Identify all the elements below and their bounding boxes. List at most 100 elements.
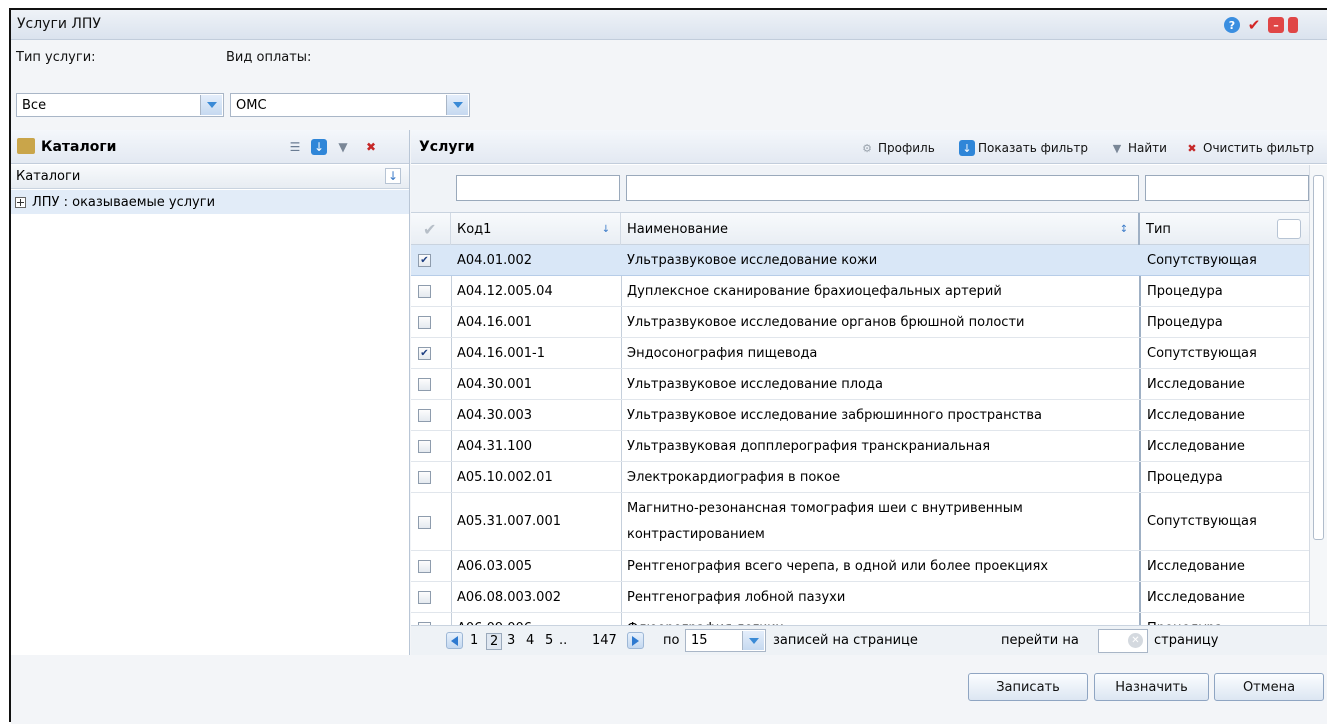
grid-scrollbar[interactable]	[1309, 165, 1327, 625]
cell-code: A06.08.003.002	[457, 589, 561, 605]
goto-prefix: перейти на	[1001, 633, 1079, 648]
row-checkbox[interactable]	[418, 409, 431, 422]
column-name[interactable]: Наименование ↕	[621, 213, 1140, 245]
page-1[interactable]: 1	[470, 633, 478, 648]
page-5[interactable]: 5	[545, 633, 553, 648]
clear-icon[interactable]: ✕	[1128, 633, 1143, 648]
table-row[interactable]: A05.10.002.01 Электрокардиография в покое…	[411, 462, 1309, 493]
close-icon[interactable]	[1288, 17, 1298, 33]
row-checkbox[interactable]	[418, 440, 431, 453]
scroll-thumb[interactable]	[1313, 175, 1324, 540]
type-filter-input[interactable]	[1145, 175, 1309, 201]
cell-name: Рентгенография всего черепа, в одной или…	[627, 558, 1049, 574]
row-checkbox[interactable]	[418, 316, 431, 329]
find-label: Найти	[1128, 141, 1167, 155]
sort-icon[interactable]: ↓	[598, 221, 614, 237]
page-2-current[interactable]: 2	[486, 633, 503, 650]
cell-type: Исследование	[1147, 407, 1245, 423]
goto-page-input[interactable]: ✕	[1098, 629, 1148, 653]
row-checkbox[interactable]	[418, 560, 431, 573]
chevron-down-icon[interactable]	[742, 631, 764, 650]
row-checkbox[interactable]: ✔	[418, 254, 431, 267]
check-icon[interactable]: ✔	[423, 220, 436, 239]
clear-filter-icon[interactable]: ✖	[363, 139, 379, 155]
row-checkbox[interactable]	[418, 471, 431, 484]
per-page-value: 15	[691, 633, 708, 648]
download-icon[interactable]: ↓	[311, 139, 327, 155]
row-checkbox[interactable]	[418, 516, 431, 529]
find-button[interactable]: ▼ Найти	[1109, 140, 1167, 156]
column-code[interactable]: Код1 ↓	[451, 213, 621, 245]
page-4[interactable]: 4	[526, 633, 534, 648]
table-row[interactable]: A04.31.100 Ультразвуковая допплерография …	[411, 431, 1309, 462]
page-3[interactable]: 3	[507, 633, 515, 648]
cell-name: Ультразвуковое исследование плода	[627, 376, 883, 392]
chevron-down-icon[interactable]	[200, 95, 222, 115]
code-filter-input[interactable]	[456, 175, 620, 201]
check-icon[interactable]: ✔	[1246, 16, 1262, 34]
table-row[interactable]: A04.30.003 Ультразвуковое исследование за…	[411, 400, 1309, 431]
cell-name: Ультразвуковая допплерография транскрани…	[627, 438, 991, 454]
filter-icon[interactable]: ▼	[335, 139, 351, 155]
name-filter-input[interactable]	[626, 175, 1139, 201]
cell-code: A06.03.005	[457, 558, 533, 574]
column-menu-button[interactable]	[1277, 219, 1301, 239]
cell-type: Сопутствующая	[1147, 514, 1257, 529]
payment-type-select[interactable]: ОМС	[230, 93, 470, 117]
sort-icon[interactable]: ↕	[1116, 221, 1132, 237]
help-icon[interactable]: ?	[1224, 17, 1240, 33]
select-all-header[interactable]: ✔	[411, 213, 451, 245]
table-row[interactable]: A06.08.003.002 Рентгенография лобной пазу…	[411, 582, 1309, 613]
row-checkbox[interactable]: ✔	[418, 347, 431, 360]
cell-name: Ультразвуковое исследование забрюшинного…	[627, 407, 1042, 423]
catalogs-column-label: Каталоги	[16, 169, 81, 184]
next-page-button[interactable]	[627, 632, 644, 649]
cancel-button[interactable]: Отмена	[1214, 673, 1324, 701]
goto-suffix: страницу	[1154, 633, 1219, 648]
prev-page-button[interactable]	[446, 632, 463, 649]
table-row[interactable]: ✔ A04.16.001-1 Эндосонография пищевода Сопу…	[411, 338, 1309, 369]
cell-type: Исследование	[1147, 589, 1245, 605]
list-menu-icon[interactable]: ☰	[287, 139, 303, 155]
cell-code: A04.31.100	[457, 438, 533, 454]
service-type-select[interactable]: Все	[16, 93, 224, 117]
table-row[interactable]: ✔ A04.01.002 Ультразвуковое исследование к…	[411, 245, 1309, 276]
page-ellipsis: ..	[559, 633, 568, 648]
catalogs-column-header[interactable]: Каталоги ↓	[11, 165, 409, 189]
cell-name: Электрокардиография в покое	[627, 469, 841, 485]
save-button[interactable]: Записать	[968, 673, 1088, 701]
payment-type-label: Вид оплаты:	[226, 50, 312, 65]
per-page-select[interactable]: 15	[685, 629, 766, 652]
cell-type: Исследование	[1147, 376, 1245, 392]
cell-type: Процедура	[1141, 613, 1309, 626]
show-filter-button[interactable]: ↓ Показать фильтр	[959, 140, 1088, 156]
table-row[interactable]: A04.12.005.04 Дуплексное сканирование бра…	[411, 276, 1309, 307]
column-type[interactable]: Тип	[1140, 213, 1309, 245]
expand-icon[interactable]	[15, 196, 26, 208]
clear-filter-button[interactable]: ✖ Очистить фильтр	[1184, 140, 1314, 156]
minimize-icon[interactable]: –	[1268, 17, 1284, 33]
cell-type: Сопутствующая	[1147, 345, 1257, 361]
sort-icon[interactable]: ↓	[385, 168, 401, 184]
assign-button[interactable]: Назначить	[1094, 673, 1209, 701]
table-row[interactable]: A04.16.001 Ультразвуковое исследование ор…	[411, 307, 1309, 338]
page-last[interactable]: 147	[592, 633, 617, 648]
row-checkbox[interactable]	[418, 378, 431, 391]
row-checkbox[interactable]	[418, 285, 431, 298]
table-row[interactable]: A06.03.005 Рентгенография всего черепа, в…	[411, 551, 1309, 582]
cell-type: Процедура	[1147, 283, 1223, 299]
cell-code: A04.16.001-1	[457, 345, 546, 361]
chevron-down-icon[interactable]	[446, 95, 468, 115]
profile-button[interactable]: ⚙ Профиль	[859, 140, 935, 156]
cell-type: Исследование	[1147, 438, 1245, 454]
column-filter-row	[411, 165, 1327, 213]
cell-type: Процедура	[1147, 314, 1223, 330]
cell-code: A04.30.001	[457, 376, 533, 392]
cell-type: Процедура	[1147, 469, 1223, 485]
table-row[interactable]: A06.09.006Флюорография легкихПроцедура	[411, 613, 1309, 625]
tree-item-lpu-services[interactable]: ЛПУ : оказываемые услуги	[11, 190, 409, 214]
row-checkbox[interactable]	[418, 591, 431, 604]
service-type-value: Все	[22, 97, 47, 113]
table-row[interactable]: A04.30.001 Ультразвуковое исследование пл…	[411, 369, 1309, 400]
table-row[interactable]: A05.31.007.001 Магнитно-резонансная томог…	[411, 493, 1309, 551]
